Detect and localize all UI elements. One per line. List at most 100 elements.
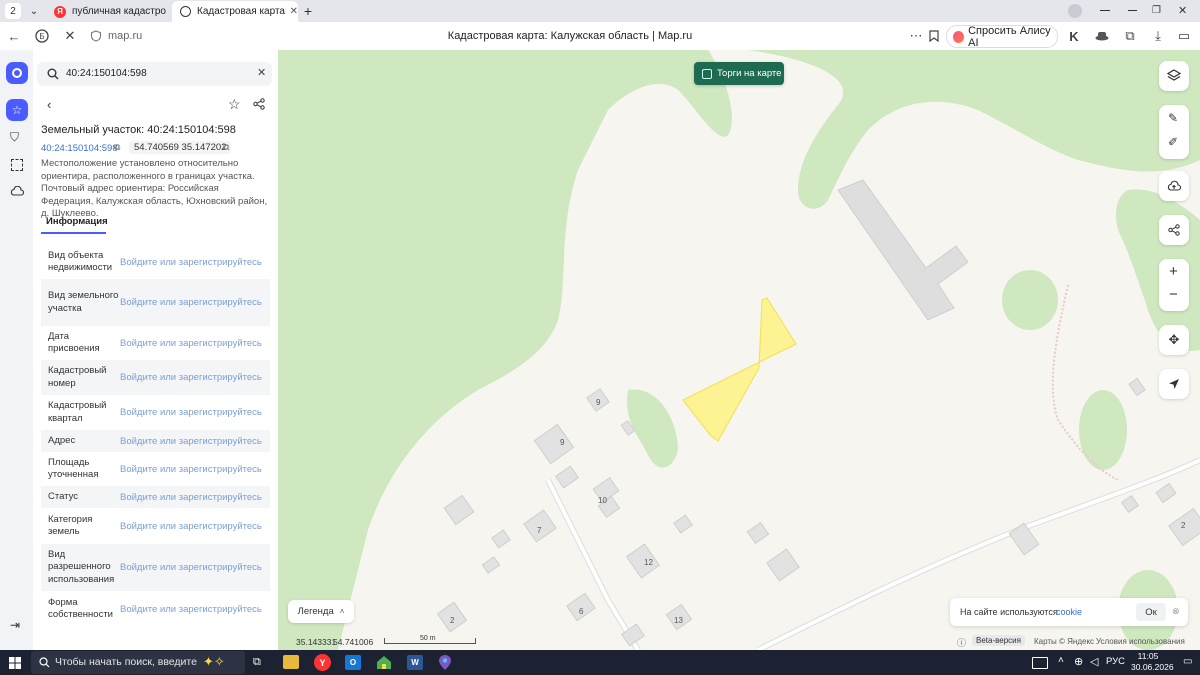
cookie-text: На сайте используются — [960, 607, 1058, 617]
close-tab-icon[interactable]: ✕ — [290, 6, 298, 17]
ruler-pencil-icon[interactable]: ✎ — [1168, 111, 1178, 125]
url-field[interactable]: map.ru — [108, 30, 142, 42]
back-arrow-icon[interactable]: ← — [6, 28, 22, 44]
tray-chevron-icon[interactable]: ˄ — [1058, 655, 1064, 666]
layers-button[interactable] — [1159, 61, 1189, 91]
parcel-heading: Земельный участок: 40:24:150104:598 — [41, 124, 236, 136]
info-row: Вид объекта недвижимости Войдите или заре… — [41, 245, 270, 279]
locate-arrow-icon — [1169, 379, 1179, 389]
locate-button[interactable] — [1159, 369, 1189, 399]
file-explorer-icon[interactable] — [283, 655, 299, 669]
extension-k-icon[interactable]: K — [1066, 28, 1082, 44]
sidebar-icon[interactable]: ▭ — [1176, 28, 1192, 44]
keyboard-icon[interactable] — [1032, 657, 1048, 669]
tab-information[interactable]: Информация — [46, 216, 108, 227]
login-link[interactable]: Войдите или зарегистрируйтесь — [120, 521, 262, 532]
login-link[interactable]: Войдите или зарегистрируйтесь — [120, 604, 262, 615]
notifications-icon[interactable]: ▭ — [1183, 656, 1192, 667]
login-link[interactable]: Войдите или зарегистрируйтесь — [120, 464, 262, 475]
map-canvas[interactable]: 9 9 10 7 12 6 2 13 2 Торги на карте ✎ ✐ … — [278, 50, 1200, 650]
share-icon[interactable] — [253, 98, 265, 113]
login-link[interactable]: Войдите или зарегистрируйтесь — [120, 338, 262, 349]
house — [443, 494, 475, 526]
ask-alice-label: Спросить Алису AI — [968, 24, 1051, 49]
building — [837, 179, 969, 321]
login-link[interactable]: Войдите или зарегистрируйтесь — [120, 492, 262, 503]
tab-counter[interactable]: 2 — [5, 3, 21, 19]
home-app-icon[interactable] — [376, 654, 392, 670]
tab-count-label: 2 — [10, 5, 16, 17]
clock-time: 11:05 — [1137, 651, 1159, 661]
extension-hat-icon[interactable] — [1094, 28, 1110, 44]
downloads-icon[interactable]: ⤓ — [1150, 28, 1166, 44]
minimize-icon[interactable] — [1128, 10, 1137, 11]
info-key: Вид земельного участка — [48, 290, 119, 314]
close-banner-icon[interactable]: ⊗ — [1172, 606, 1180, 617]
ask-alice-button[interactable]: Спросить Алису AI — [946, 24, 1058, 49]
tab-public-cadastral[interactable]: Я публичная кадастровая к — [46, 1, 166, 22]
more-dots-icon[interactable]: ⋯ — [908, 28, 924, 44]
cloud-icon[interactable] — [10, 185, 25, 199]
cookie-ok-button[interactable]: Ок — [1136, 603, 1166, 621]
speaker-icon[interactable]: ◁ — [1090, 655, 1098, 668]
restore-icon[interactable]: ❐ — [1152, 5, 1161, 16]
route-icon[interactable]: ⛉ — [10, 130, 19, 145]
cookie-link[interactable]: cookie — [1056, 607, 1082, 617]
maps-copyright[interactable]: Карты © Яндекс — [1034, 637, 1094, 646]
back-chevron-icon[interactable]: ‹ — [47, 97, 51, 112]
tab-list-chevron-icon[interactable]: ⌄ — [26, 3, 42, 19]
clear-search-icon[interactable]: ✕ — [257, 66, 266, 79]
new-tab-button[interactable]: + — [300, 3, 316, 19]
upload-button[interactable] — [1159, 171, 1189, 201]
zoom-in-icon[interactable]: + — [1169, 263, 1178, 280]
tab-cadastral-map[interactable]: Кадастровая карта: Ка ✕ — [172, 1, 298, 22]
copy-number-icon[interactable]: ⧉ — [114, 142, 120, 153]
login-link[interactable]: Войдите или зарегистрируйтесь — [120, 297, 262, 308]
protect-shield-icon[interactable]: Б — [34, 28, 50, 44]
clock[interactable]: 11:05 30.06.2026 — [1131, 651, 1174, 673]
select-area-icon[interactable] — [11, 159, 23, 171]
login-link[interactable]: Войдите или зарегистрируйтесь — [120, 436, 262, 447]
forest-patch — [627, 389, 678, 468]
house-number: 10 — [598, 496, 607, 505]
app-logo-icon[interactable] — [6, 62, 28, 84]
copy-coords-icon[interactable]: ⧉ — [223, 142, 229, 153]
login-link[interactable]: Войдите или зарегистрируйтесь — [120, 407, 262, 418]
login-link[interactable]: Войдите или зарегистрируйтесь — [120, 372, 262, 383]
info-key: Дата присвоения — [48, 330, 100, 355]
yandex-browser-icon[interactable]: Y — [314, 654, 331, 671]
search-input[interactable]: 40:24:150104:598 — [66, 68, 147, 79]
forest-area — [748, 50, 1200, 209]
svg-text:Б: Б — [39, 32, 44, 41]
favorite-star-icon[interactable]: ☆ — [228, 96, 241, 113]
info-icon[interactable]: ⓘ — [957, 636, 966, 649]
legend-button[interactable]: Легенда ˄ — [288, 600, 354, 623]
taskbar-search[interactable]: Чтобы начать поиск, введите ✦✧ — [31, 651, 245, 674]
parcel-number-link[interactable]: 40:24:150104:598 — [41, 143, 118, 154]
stop-loading-icon[interactable]: ✕ — [62, 28, 78, 44]
edit-note-icon[interactable]: ✐ — [1168, 135, 1178, 149]
site-info-icon[interactable] — [88, 28, 104, 44]
task-view-icon[interactable]: ⧉ — [253, 656, 261, 669]
favorites-star-icon[interactable]: ☆ — [6, 99, 28, 121]
login-link[interactable]: Войдите или зарегистрируйтесь — [120, 257, 262, 268]
auctions-toggle[interactable]: Торги на карте — [694, 62, 784, 85]
login-icon[interactable]: ⇥ — [10, 618, 20, 632]
language-indicator[interactable]: РУС — [1106, 656, 1125, 667]
bookmark-icon[interactable] — [926, 28, 942, 44]
share-map-button[interactable] — [1159, 215, 1189, 245]
zoom-out-icon[interactable]: − — [1169, 286, 1178, 303]
house — [491, 529, 511, 549]
word-icon[interactable]: W — [407, 655, 423, 670]
extensions-puzzle-icon[interactable]: ⧉ — [1122, 28, 1138, 44]
outlook-icon[interactable]: O — [345, 655, 361, 670]
close-window-icon[interactable]: ✕ — [1178, 4, 1187, 17]
pan-button[interactable]: ✥ — [1159, 325, 1189, 355]
globe-icon[interactable]: ⊕ — [1074, 655, 1083, 668]
windows-start-icon[interactable] — [9, 657, 21, 669]
map-pin-app-icon[interactable] — [438, 654, 452, 671]
terms-link[interactable]: Условия использования — [1096, 637, 1185, 646]
profile-icon[interactable] — [1068, 4, 1082, 18]
menu-lines-icon[interactable] — [1100, 10, 1110, 11]
login-link[interactable]: Войдите или зарегистрируйтесь — [120, 562, 262, 573]
